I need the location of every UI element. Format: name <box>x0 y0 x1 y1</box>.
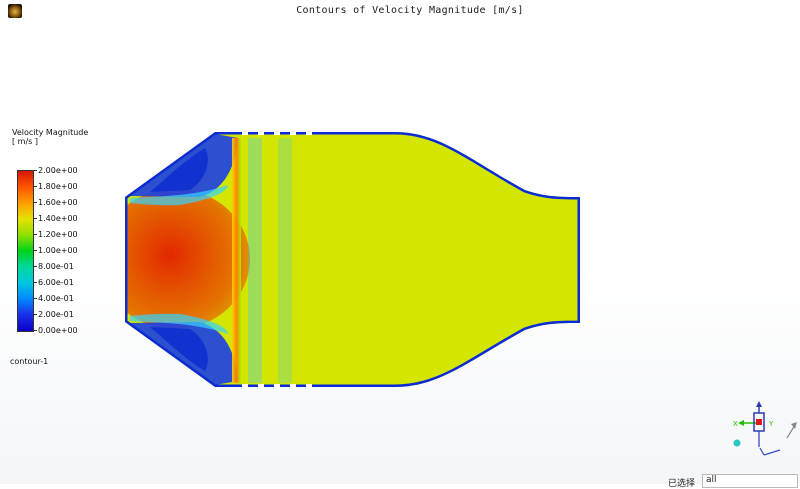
selection-label: 已选择 <box>668 479 696 489</box>
axes-triad-icon[interactable]: X Y <box>733 401 797 456</box>
triad-x-label: X <box>733 420 738 428</box>
contour-domain <box>125 130 580 389</box>
triad-y-label: Y <box>768 420 774 428</box>
velocity-contour-plot[interactable]: X Y <box>0 0 800 484</box>
selection-field[interactable]: all <box>702 474 798 488</box>
